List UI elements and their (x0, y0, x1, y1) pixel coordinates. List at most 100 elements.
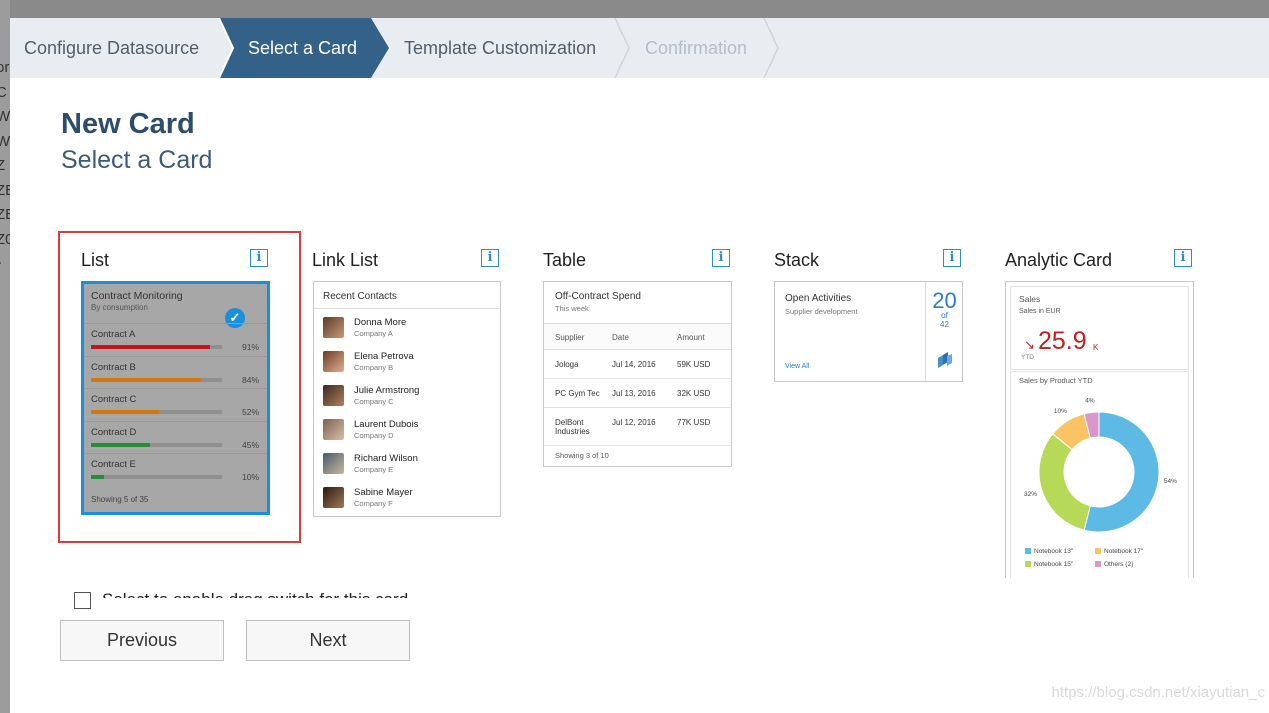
card-label-table: Table (543, 250, 587, 270)
avatar (323, 317, 344, 338)
card-label-list: List (81, 250, 110, 270)
table-row: DelBont Industries Jul 12, 2016 77K USD (544, 408, 731, 446)
preview-footer: Showing 3 of 10 (555, 451, 609, 460)
legend-entry: Others (2) (1095, 561, 1133, 568)
preview-subtitle: This week (555, 304, 589, 313)
table-row: Jologa Jul 14, 2016 59K USD (544, 350, 731, 379)
view-all-link[interactable]: View All (785, 363, 809, 370)
legend-entry: Notebook 13" (1025, 548, 1073, 555)
progress-bar (91, 442, 222, 447)
legend-label: Notebook 17" (1104, 548, 1144, 555)
preview-subtitle: Sales in EUR (1019, 308, 1061, 315)
card-preview-analytic[interactable]: Sales Sales in EUR ↘ 25.9 K YTD Sales by… (1005, 281, 1194, 578)
step-separator-icon (763, 18, 779, 78)
list-item-percent: 91% (241, 342, 259, 352)
legend-entry: Notebook 15" (1025, 561, 1073, 568)
kpi-note: YTD (1021, 354, 1034, 361)
background-text: Z (0, 157, 6, 174)
progress-bar (91, 475, 222, 479)
info-icon[interactable]: i (250, 249, 268, 267)
stack-counter: 20 of 42 (925, 282, 962, 381)
contact-company: Company D (354, 431, 394, 440)
background-top-bar (0, 0, 1269, 18)
slice-label: 10% (1054, 408, 1067, 415)
preview-footer: Showing 5 of 35 (91, 495, 149, 504)
list-item: Contract E 10% (84, 453, 267, 485)
list-item: Contract B 84% (84, 355, 267, 388)
watermark: https://blog.csdn.net/xiayutian_c (1051, 684, 1265, 701)
progress-fill (91, 377, 202, 382)
preview-title: Sales (1019, 294, 1041, 304)
stack-total: 42 (940, 320, 949, 329)
legend-swatch (1025, 548, 1031, 554)
legend-label: Notebook 13" (1034, 548, 1074, 555)
list-item-percent: 10% (241, 472, 259, 482)
contact-company: Company E (354, 465, 394, 474)
legend-entry: Notebook 17" (1095, 548, 1143, 555)
info-icon[interactable]: i (712, 249, 730, 267)
wizard-step-template-customization[interactable]: Template Customization (404, 18, 596, 78)
table-cell: 77K USD (677, 418, 711, 427)
list-item-name: Contract C (91, 394, 137, 405)
contact-company: Company F (354, 499, 393, 508)
contact-name: Donna More (354, 317, 407, 328)
progress-fill (91, 410, 160, 414)
table-cell: Jul 12, 2016 (612, 418, 656, 427)
card-preview-list[interactable]: Contract Monitoring By consumption ✓ Con… (81, 281, 270, 515)
slice-label: 4% (1085, 398, 1095, 405)
new-card-dialog: Configure Datasource Select a Card Templ… (10, 18, 1269, 713)
card-preview-link-list[interactable]: Recent Contacts Donna More Company A Elena… (313, 281, 501, 517)
wizard-step-configure-datasource[interactable]: Configure Datasource (24, 18, 199, 78)
info-icon[interactable]: i (1174, 249, 1192, 267)
table-header: Supplier Date Amount (544, 323, 731, 350)
previous-button[interactable]: Previous (60, 620, 224, 661)
background-text: ZE (0, 206, 10, 223)
info-icon[interactable]: i (943, 249, 961, 267)
progress-fill (91, 442, 150, 447)
table-cell: PC Gym Tec (555, 389, 600, 398)
slice-label: 54% (1164, 478, 1177, 485)
card-preview-table[interactable]: Off-Contract Spend This week Supplier Da… (543, 281, 732, 467)
table-cell: Jologa (555, 360, 579, 369)
info-icon[interactable]: i (481, 249, 499, 267)
card-label-analytic: Analytic Card (1005, 250, 1113, 270)
slice-label: 32% (1024, 491, 1037, 498)
background-text: • (0, 252, 10, 277)
background-text: ZE (0, 181, 10, 199)
step-separator-icon (219, 18, 235, 78)
contact-name: Julie Armstrong (354, 385, 420, 396)
list-item-name: Contract A (91, 329, 136, 340)
contact-name: Elena Petrova (354, 351, 414, 362)
donut-chart: 54% 32% 10% 4% (1024, 398, 1177, 533)
background-text: or (0, 59, 10, 76)
progress-bar (91, 410, 222, 414)
list-item-name: Contract E (91, 459, 136, 470)
progress-fill (91, 345, 211, 349)
background-text: C (0, 83, 7, 101)
table-cell: 32K USD (677, 389, 711, 398)
list-item: Contract C 52% (84, 388, 267, 420)
background-left-panel: orCWWZZEZEZ0• (0, 0, 10, 713)
card-label-stack: Stack (774, 250, 820, 270)
chart-area: Sales by Product YTD 54% 32% 10% 4% Noteboo… (1010, 371, 1189, 578)
drag-switch-checkbox[interactable] (74, 592, 91, 609)
contact-company: Company C (354, 397, 394, 406)
progress-bar (91, 345, 222, 349)
wizard-progress-bar: Configure Datasource Select a Card Templ… (10, 18, 1269, 78)
card-preview-stack[interactable]: Open Activities Supplier development Vie… (774, 281, 963, 382)
drag-switch-label: Select to enable drag switch for this ca… (102, 590, 408, 598)
list-item-percent: 45% (241, 439, 259, 450)
legend-swatch (1095, 548, 1101, 554)
card-label-link-list: Link List (312, 250, 379, 270)
legend-swatch (1095, 561, 1101, 567)
preview-title: Recent Contacts (314, 282, 500, 309)
contact-company: Company A (354, 329, 393, 338)
wizard-step-select-card[interactable]: Select a Card (248, 18, 357, 78)
preview-subtitle: Supplier development (785, 307, 858, 316)
next-button[interactable]: Next (246, 620, 410, 661)
wizard-step-confirmation[interactable]: Confirmation (645, 18, 747, 78)
list-item: Contract A 91% (84, 323, 267, 355)
step-separator-icon (614, 18, 630, 78)
chart-title: Sales by Product YTD (1019, 376, 1093, 385)
table-cell: 59K USD (677, 360, 711, 369)
